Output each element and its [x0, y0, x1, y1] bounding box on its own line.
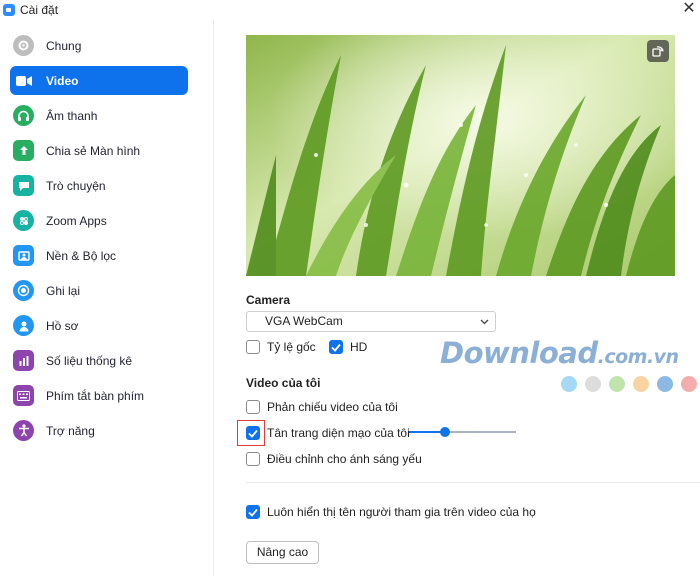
sidebar-item-zoom-apps[interactable]: Zoom Apps [10, 206, 188, 235]
sidebar-item-label: Chung [46, 38, 82, 53]
watermark-brand: Download [440, 336, 598, 370]
video-settings-panel: Camera VGA WebCam Tỷ lệ gốc HD Video của… [215, 20, 700, 576]
sidebar-item-label: Ghi lại [46, 283, 81, 298]
record-icon [13, 280, 34, 301]
sidebar-item-video[interactable]: Video [10, 66, 188, 95]
accessibility-icon [13, 420, 34, 441]
watermark-dot [585, 376, 601, 392]
checkmark-icon [248, 429, 258, 438]
sidebar-item-share-screen[interactable]: Chia sẻ Màn hình [10, 136, 188, 165]
mirror-video-option[interactable]: Phản chiếu video của tôi [246, 400, 398, 414]
mirror-video-checkbox[interactable] [246, 400, 260, 414]
apps-icon [13, 210, 34, 231]
sidebar-item-profile[interactable]: Hồ sơ [10, 311, 188, 340]
headphones-icon [13, 105, 34, 126]
checkmark-icon [331, 343, 341, 352]
my-video-label: Video của tôi [246, 376, 321, 390]
low-light-label: Điều chỉnh cho ánh sáng yếu [267, 452, 422, 466]
original-ratio-option[interactable]: Tỷ lệ gốc [246, 340, 316, 354]
camera-select-value: VGA WebCam [265, 314, 343, 328]
section-divider [246, 482, 700, 483]
keyboard-icon [13, 385, 34, 406]
watermark-dot [633, 376, 649, 392]
low-light-checkbox[interactable] [246, 452, 260, 466]
watermark-suffix: .com.vn [597, 346, 679, 368]
touch-up-option[interactable]: Tân trang diện mạo của tôi [246, 426, 410, 440]
camera-preview [246, 35, 675, 276]
slider-track [445, 431, 516, 433]
sidebar-item-label: Hồ sơ [46, 318, 79, 333]
sidebar-item-label: Trợ năng [46, 423, 95, 438]
watermark-dot [609, 376, 625, 392]
chevron-down-icon [480, 319, 489, 325]
hd-option[interactable]: HD [329, 340, 367, 354]
window-title: Cài đặt [20, 3, 59, 17]
watermark-dot [657, 376, 673, 392]
touch-up-slider[interactable] [409, 425, 516, 439]
share-screen-icon [13, 140, 34, 161]
sidebar-item-label: Âm thanh [46, 108, 98, 123]
sidebar-item-accessibility[interactable]: Trợ năng [10, 416, 188, 445]
sidebar-item-recording[interactable]: Ghi lại [10, 276, 188, 305]
watermark-dot [681, 376, 697, 392]
preview-grass-image [246, 35, 675, 276]
sidebar-item-background-filters[interactable]: Nền & Bộ lọc [10, 241, 188, 270]
sidebar-item-keyboard-shortcuts[interactable]: Phím tắt bàn phím [10, 381, 188, 410]
background-filter-icon [13, 245, 34, 266]
zoom-app-icon [3, 4, 15, 16]
show-names-option[interactable]: Luôn hiển thị tên người tham gia trên vi… [246, 505, 536, 519]
gear-icon [13, 35, 34, 56]
download-watermark-logo: Download.com.vn [440, 336, 679, 376]
sidebar-item-label: Trò chuyện [46, 178, 106, 193]
touch-up-label: Tân trang diện mạo của tôi [267, 426, 410, 440]
show-names-label: Luôn hiển thị tên người tham gia trên vi… [267, 505, 536, 519]
sidebar-item-chat[interactable]: Trò chuyện [10, 171, 188, 200]
hd-label: HD [350, 340, 368, 354]
sidebar-item-audio[interactable]: Âm thanh [10, 101, 188, 130]
title-bar: Cài đặt ✕ [0, 0, 700, 20]
sidebar-item-label: Phím tắt bàn phím [46, 388, 145, 403]
sidebar: Chung Video Âm thanh Chia sẻ Màn hình Tr… [0, 20, 214, 576]
chat-bubble-icon [13, 175, 34, 196]
watermark-dots [561, 376, 700, 392]
mirror-video-label: Phản chiếu video của tôi [267, 400, 398, 414]
video-camera-icon [13, 70, 34, 91]
sidebar-item-label: Chia sẻ Màn hình [46, 143, 141, 158]
original-ratio-checkbox[interactable] [246, 340, 260, 354]
rotate-camera-icon[interactable] [647, 40, 669, 62]
low-light-option[interactable]: Điều chỉnh cho ánh sáng yếu [246, 452, 422, 466]
hd-checkbox[interactable] [329, 340, 343, 354]
sidebar-item-label: Zoom Apps [46, 213, 107, 228]
show-names-checkbox[interactable] [246, 505, 260, 519]
sidebar-item-label: Video [46, 73, 79, 88]
statistics-icon [13, 350, 34, 371]
checkmark-icon [248, 508, 258, 517]
sidebar-item-statistics[interactable]: Số liệu thống kê [10, 346, 188, 375]
touch-up-checkbox[interactable] [246, 426, 260, 440]
sidebar-item-label: Số liệu thống kê [46, 353, 133, 368]
camera-label: Camera [246, 293, 291, 307]
sidebar-item-general[interactable]: Chung [10, 31, 188, 60]
profile-icon [13, 315, 34, 336]
watermark-dot [561, 376, 577, 392]
advanced-button[interactable]: Nâng cao [246, 541, 319, 564]
original-ratio-label: Tỷ lệ gốc [267, 340, 316, 354]
sidebar-item-label: Nền & Bộ lọc [46, 248, 117, 263]
close-icon[interactable]: ✕ [680, 0, 698, 20]
camera-select[interactable]: VGA WebCam [246, 311, 496, 332]
slider-thumb[interactable] [440, 427, 450, 437]
